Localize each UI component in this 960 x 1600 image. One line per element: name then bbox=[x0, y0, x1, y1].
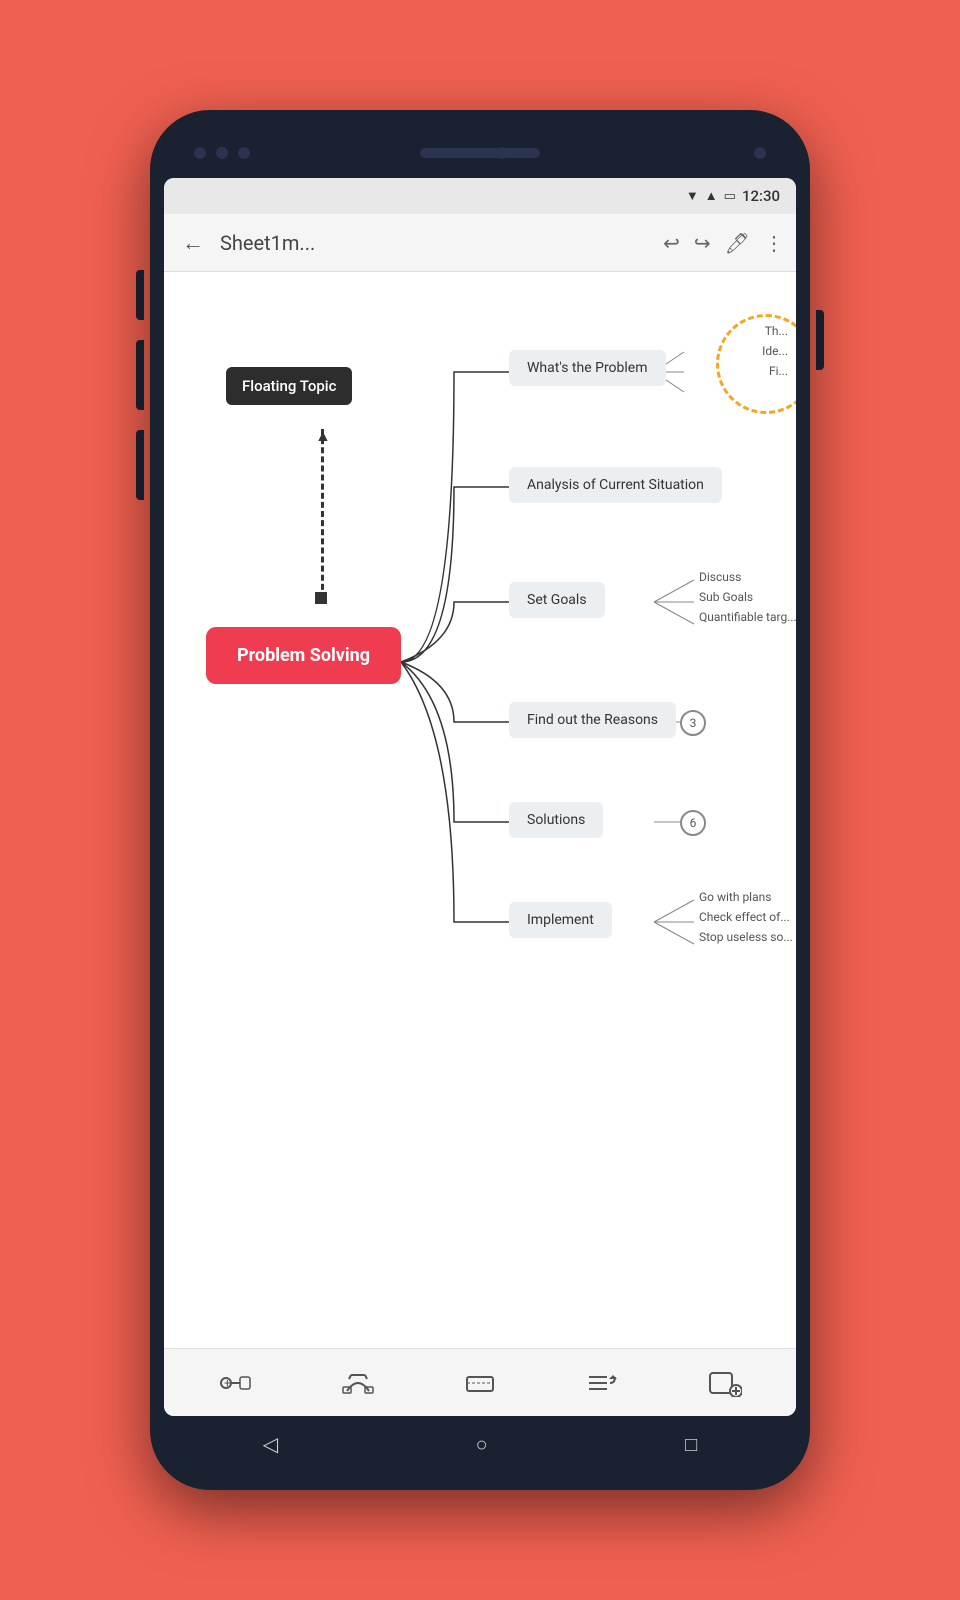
speaker-bar bbox=[420, 148, 540, 158]
app-bar: ← Sheet1m... ↩ ↪ 🖊 ⋮ bbox=[164, 214, 796, 272]
solutions-node[interactable]: Solutions bbox=[509, 802, 603, 838]
whats-sub-1: Th... bbox=[765, 324, 788, 338]
app-title: Sheet1m... bbox=[220, 231, 653, 255]
solutions-label: Solutions bbox=[527, 812, 585, 828]
phone-outer: ▼ ▲ ▭ 12:30 ← Sheet1m... ↩ ↪ 🖊 ⋮ bbox=[150, 110, 810, 1490]
back-button[interactable]: ← bbox=[176, 224, 210, 262]
implement-node[interactable]: Implement bbox=[509, 902, 612, 938]
outline-icon bbox=[585, 1369, 619, 1397]
whats-problem-node[interactable]: What's the Problem bbox=[509, 350, 666, 386]
canvas-area[interactable]: ▲ Floating Topic Problem Solving What's … bbox=[164, 272, 796, 1348]
outline-button[interactable] bbox=[577, 1361, 627, 1405]
more-options-button[interactable]: ⋮ bbox=[764, 231, 784, 255]
connect-icon bbox=[341, 1369, 375, 1397]
redo-button[interactable]: ↪ bbox=[694, 231, 711, 255]
add-node-button[interactable] bbox=[700, 1361, 750, 1405]
status-icons: ▼ ▲ ▭ 12:30 bbox=[686, 187, 780, 205]
analysis-label: Analysis of Current Situation bbox=[527, 477, 704, 493]
setgoals-node[interactable]: Set Goals bbox=[509, 582, 605, 618]
central-node-label: Problem Solving bbox=[237, 645, 370, 666]
silent-button bbox=[136, 430, 144, 500]
svg-text:+: + bbox=[224, 1376, 231, 1390]
wifi-icon: ▼ bbox=[686, 188, 699, 204]
battery-icon: ▭ bbox=[724, 189, 736, 204]
notch-area bbox=[164, 128, 796, 178]
volume-up-button bbox=[136, 270, 144, 320]
connect-button[interactable] bbox=[333, 1361, 383, 1405]
implement-label: Implement bbox=[527, 912, 594, 928]
implement-sub-2: Check effect of... bbox=[699, 910, 790, 924]
sensor-dot bbox=[754, 147, 766, 159]
whats-sub-2: Ide... bbox=[762, 344, 788, 358]
floating-topic-node[interactable]: Floating Topic bbox=[226, 367, 352, 405]
android-back-button[interactable]: ◁ bbox=[263, 1432, 278, 1456]
analysis-node[interactable]: Analysis of Current Situation bbox=[509, 467, 722, 503]
findout-label: Find out the Reasons bbox=[527, 712, 658, 728]
insert-icon bbox=[463, 1369, 497, 1397]
setgoals-label: Set Goals bbox=[527, 592, 587, 608]
implement-sub-1: Go with plans bbox=[699, 890, 771, 904]
arrow-up-indicator: ▲ bbox=[315, 426, 331, 446]
toolbar-icons: ↩ ↪ 🖊 ⋮ bbox=[663, 231, 784, 255]
camera-dot-1 bbox=[194, 147, 206, 159]
bottom-nav: + bbox=[164, 1348, 796, 1416]
add-topic-button[interactable]: + bbox=[210, 1361, 260, 1405]
floating-topic-connector bbox=[321, 429, 324, 599]
android-recents-button[interactable]: □ bbox=[685, 1432, 697, 1457]
volume-down-button bbox=[136, 340, 144, 410]
setgoals-sub-2: Sub Goals bbox=[699, 590, 753, 604]
mindmap-lines bbox=[164, 272, 796, 1348]
setgoals-sub-1: Discuss bbox=[699, 570, 741, 584]
status-time: 12:30 bbox=[742, 187, 780, 205]
status-bar: ▼ ▲ ▭ 12:30 bbox=[164, 178, 796, 214]
implement-sub-3: Stop useless so... bbox=[699, 930, 793, 944]
setgoals-sub-3: Quantifiable targ... bbox=[699, 610, 796, 624]
phone-screen: ▼ ▲ ▭ 12:30 ← Sheet1m... ↩ ↪ 🖊 ⋮ bbox=[164, 178, 796, 1416]
camera-dot-3 bbox=[238, 147, 250, 159]
insert-button[interactable] bbox=[455, 1361, 505, 1405]
android-home-button[interactable]: ○ bbox=[476, 1432, 488, 1457]
whats-problem-label: What's the Problem bbox=[527, 360, 648, 376]
solutions-badge: 6 bbox=[680, 810, 706, 836]
connector-dot bbox=[315, 592, 327, 604]
add-node-icon bbox=[708, 1369, 742, 1397]
findout-node[interactable]: Find out the Reasons bbox=[509, 702, 676, 738]
undo-button[interactable]: ↩ bbox=[663, 231, 680, 255]
add-topic-icon: + bbox=[218, 1369, 252, 1397]
format-painter-button[interactable]: 🖊 bbox=[725, 231, 750, 255]
findout-badge: 3 bbox=[680, 710, 706, 736]
android-nav-bar: ◁ ○ □ bbox=[164, 1416, 796, 1472]
central-node[interactable]: Problem Solving bbox=[206, 627, 401, 684]
floating-topic-label: Floating Topic bbox=[242, 377, 336, 395]
whats-sub-3: Fi... bbox=[769, 364, 788, 378]
power-button bbox=[816, 310, 824, 370]
signal-icon: ▲ bbox=[705, 188, 718, 204]
camera-dot-2 bbox=[216, 147, 228, 159]
